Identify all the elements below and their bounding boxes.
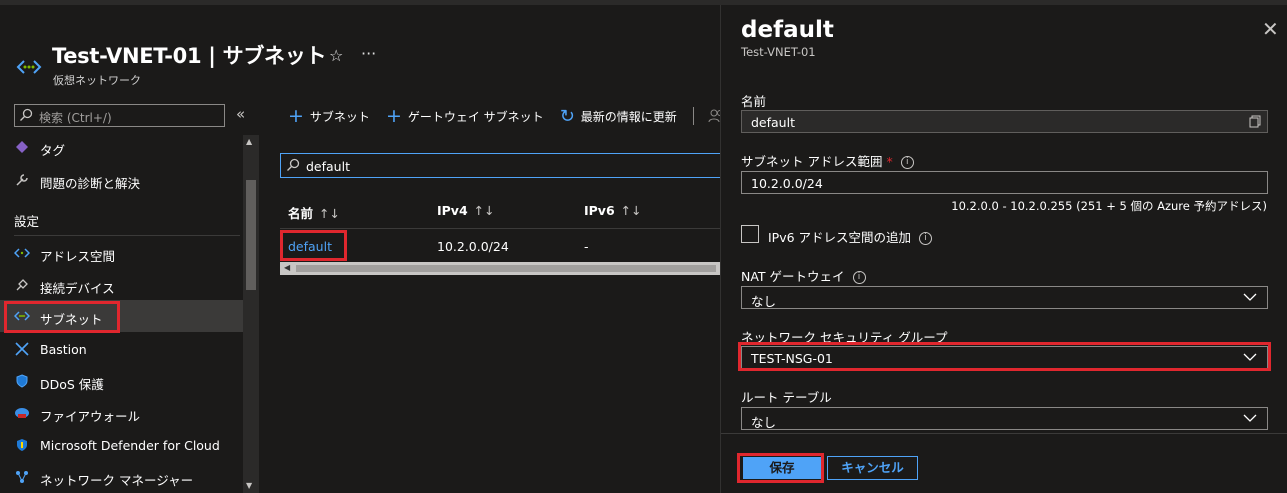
highlight-box-subnets <box>4 301 120 333</box>
add-subnet-button[interactable]: + サブネット <box>288 105 370 127</box>
refresh-icon: ↻ <box>559 105 575 127</box>
cancel-button[interactable]: キャンセル <box>827 456 918 480</box>
ipv6-checkbox[interactable] <box>741 225 759 243</box>
info-icon[interactable]: i <box>919 232 933 245</box>
sidebar-item-diagnose[interactable]: 問題の診断と解決 <box>0 164 243 196</box>
virtual-network-icon <box>16 60 42 74</box>
sidebar-item-address-space[interactable]: アドレス空間 <box>0 237 243 269</box>
address-range-note: 10.2.0.0 - 10.2.0.255 (251 + 5 個の Azure … <box>951 199 1267 213</box>
chevron-down-icon <box>1243 414 1257 422</box>
sidebar-section-settings: 設定 <box>14 214 40 229</box>
defender-icon <box>14 437 30 453</box>
address-space-icon <box>14 245 30 261</box>
sidebar-item-label: Microsoft Defender for Cloud <box>40 438 220 453</box>
sidebar-item-label: ファイアウォール <box>40 409 141 424</box>
filter-value: default <box>306 159 350 174</box>
search-icon <box>20 108 33 121</box>
sidebar-item-network-manager[interactable]: ネットワーク マネージャー <box>0 461 243 493</box>
plus-icon: + <box>385 105 402 127</box>
sidebar-search-placeholder: 検索 (Ctrl+/) <box>39 111 112 125</box>
network-manager-icon <box>14 469 30 485</box>
name-field: default <box>741 110 1268 133</box>
wrench-icon <box>14 172 30 188</box>
add-subnet-label: サブネット <box>309 109 370 124</box>
route-table-dropdown[interactable]: なし <box>741 407 1268 430</box>
address-range-label: サブネット アドレス範囲 * i <box>741 151 914 170</box>
nat-gateway-label: NAT ゲートウェイ i <box>741 266 866 285</box>
refresh-button[interactable]: ↻ 最新の情報に更新 <box>560 106 677 127</box>
add-gateway-subnet-button[interactable]: + ゲートウェイ サブネット <box>385 105 544 127</box>
panel-subtitle: Test-VNET-01 <box>741 45 816 59</box>
search-icon <box>287 158 300 171</box>
sidebar-search-input[interactable]: 検索 (Ctrl+/) <box>14 104 225 127</box>
sort-icon[interactable]: ↑↓ <box>474 203 495 218</box>
sidebar-item-label: Bastion <box>40 342 87 357</box>
more-options-icon[interactable]: ··· <box>361 44 376 63</box>
firewall-icon <box>14 405 30 421</box>
close-icon[interactable]: ✕ <box>1262 19 1279 39</box>
copy-icon[interactable] <box>1249 115 1261 128</box>
sidebar-item-label: 問題の診断と解決 <box>40 176 141 191</box>
highlight-box-save <box>737 453 824 483</box>
sidebar-item-bastion[interactable]: Bastion <box>0 333 243 365</box>
sidebar-item-label: 接続デバイス <box>40 281 115 296</box>
plug-icon <box>14 277 30 293</box>
table-header-divider <box>280 228 722 229</box>
ipv6-label: IPv6 アドレス空間の追加 i <box>768 227 933 246</box>
table-horizontal-scrollbar[interactable]: ◀ <box>280 262 722 275</box>
column-header-name[interactable]: 名前 ↑↓ <box>288 203 340 222</box>
subnet-filter-input[interactable]: default <box>280 153 722 178</box>
column-header-ipv4[interactable]: IPv4 ↑↓ <box>437 203 495 218</box>
plus-icon: + <box>288 105 304 127</box>
page-subtitle: 仮想ネットワーク <box>53 74 141 87</box>
favorite-star-icon[interactable]: ☆ <box>329 46 343 65</box>
scroll-left-icon[interactable]: ◀ <box>284 263 290 272</box>
sidebar-item-connected-devices[interactable]: 接続デバイス <box>0 269 243 301</box>
table-scrollbar-thumb[interactable] <box>296 265 716 272</box>
panel-footer-divider <box>721 433 1287 434</box>
tag-icon <box>14 139 30 155</box>
route-table-value: なし <box>751 415 777 430</box>
address-range-input[interactable]: 10.2.0.0/24 <box>741 171 1268 194</box>
sort-icon[interactable]: ↑↓ <box>621 203 642 218</box>
name-label: 名前 <box>741 94 767 109</box>
collapse-sidebar-icon[interactable]: « <box>236 105 245 123</box>
sidebar-item-ddos[interactable]: DDoS 保護 <box>0 365 243 397</box>
required-indicator: * <box>886 154 893 169</box>
info-icon[interactable]: i <box>852 271 866 284</box>
add-gateway-subnet-label: ゲートウェイ サブネット <box>407 109 544 124</box>
refresh-label: 最新の情報に更新 <box>580 109 677 124</box>
column-header-ipv6[interactable]: IPv6 ↑↓ <box>584 203 642 218</box>
sidebar-item-tags[interactable]: タグ <box>0 131 243 163</box>
chevron-down-icon <box>1243 293 1257 301</box>
scroll-up-icon[interactable]: ▲ <box>246 137 252 146</box>
address-range-value: 10.2.0.0/24 <box>751 176 823 191</box>
sidebar-item-label: ネットワーク マネージャー <box>40 473 194 488</box>
sidebar-item-label: アドレス空間 <box>40 249 116 264</box>
name-value: default <box>751 115 795 130</box>
highlight-box-nsg <box>738 342 1271 371</box>
sort-icon[interactable]: ↑↓ <box>319 206 340 221</box>
nat-gateway-dropdown[interactable]: なし <box>741 286 1268 309</box>
bastion-icon <box>14 341 30 357</box>
subnet-ipv4-cell: 10.2.0.0/24 <box>437 239 509 254</box>
shield-icon <box>14 373 30 389</box>
route-table-label: ルート テーブル <box>741 390 832 405</box>
info-icon[interactable]: i <box>900 156 914 169</box>
subnet-edit-panel: default Test-VNET-01 ✕ 名前 default サブネット … <box>720 5 1287 493</box>
panel-title: default <box>741 17 834 43</box>
nat-gateway-value: なし <box>751 294 777 309</box>
sidebar-item-firewall[interactable]: ファイアウォール <box>0 397 243 429</box>
page-title: Test-VNET-01 | サブネット <box>52 44 327 68</box>
sidebar-item-defender[interactable]: Microsoft Defender for Cloud <box>0 429 243 461</box>
highlight-box-default-link <box>280 230 347 261</box>
scroll-down-icon[interactable]: ▼ <box>246 481 252 490</box>
command-bar: + サブネット + ゲートウェイ サブネット ↻ 最新の情報に更新 ユー <box>288 104 754 128</box>
sidebar-divider <box>14 235 240 236</box>
sidebar-item-label: DDoS 保護 <box>40 377 104 392</box>
sidebar-scrollbar-thumb[interactable] <box>246 180 256 290</box>
sidebar-item-label: タグ <box>40 143 66 158</box>
subnet-ipv6-cell: - <box>584 239 589 254</box>
toolbar-separator <box>692 107 694 125</box>
